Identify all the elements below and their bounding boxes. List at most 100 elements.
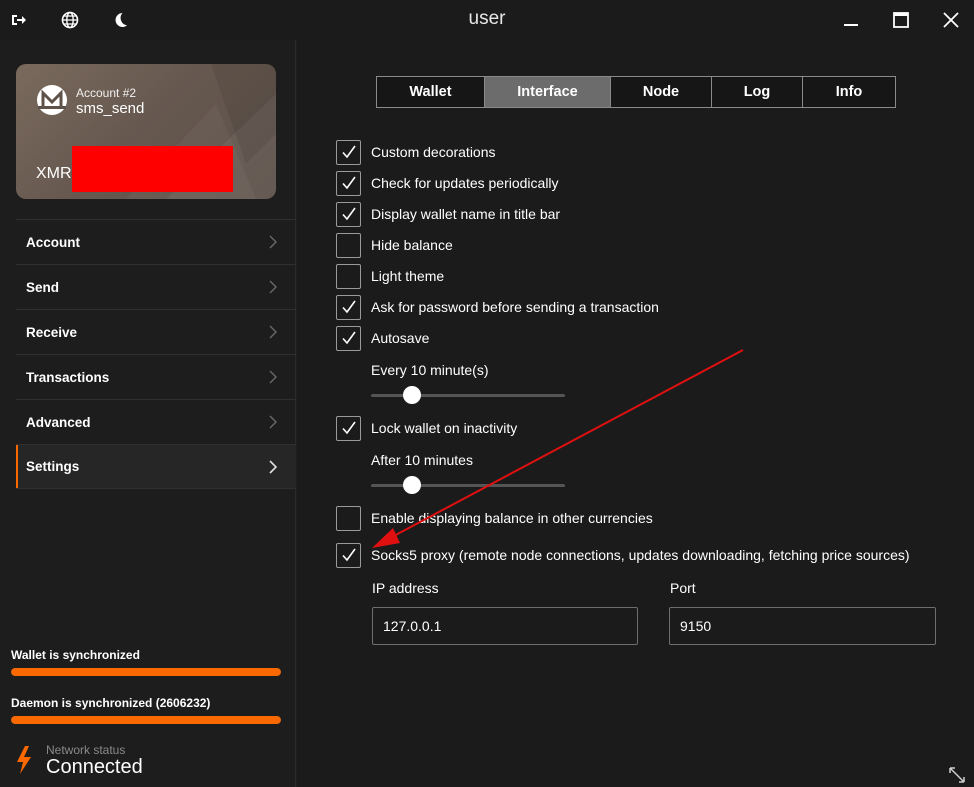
network-status-label: Network status <box>46 743 126 757</box>
monero-logo-icon <box>36 84 68 116</box>
check-updates-option[interactable]: Check for updates periodically <box>336 170 559 196</box>
autosave-option[interactable]: Autosave <box>336 325 429 351</box>
ask-password-option[interactable]: Ask for password before sending a transa… <box>336 294 659 320</box>
lightning-icon <box>14 745 34 775</box>
chevron-right-icon <box>269 370 277 384</box>
checkbox[interactable] <box>336 139 361 165</box>
lock-after-slider[interactable] <box>371 476 565 494</box>
tab-info[interactable]: Info <box>803 77 895 107</box>
checkbox[interactable] <box>336 170 361 196</box>
checkbox[interactable] <box>336 232 361 258</box>
option-label: Display wallet name in title bar <box>371 206 561 222</box>
sidebar-item-label: Account <box>26 234 80 250</box>
checkbox[interactable] <box>336 325 361 351</box>
checkmark-icon <box>341 176 356 190</box>
moon-icon[interactable] <box>109 9 131 31</box>
checkmark-icon <box>341 421 356 435</box>
network-status-value: Connected <box>46 756 143 778</box>
option-label: Light theme <box>371 268 445 284</box>
sidebar-item-label: Transactions <box>26 369 110 385</box>
option-label: Enable displaying balance in other curre… <box>371 510 653 526</box>
slider-track <box>371 394 565 397</box>
tab-log[interactable]: Log <box>712 77 803 107</box>
option-label: Custom decorations <box>371 144 496 160</box>
hide-balance-option[interactable]: Hide balance <box>336 232 453 258</box>
checkmark-icon <box>341 300 356 314</box>
chevron-right-icon <box>269 325 277 339</box>
socks5-proxy-option[interactable]: Socks5 proxy (remote node connections, u… <box>336 542 910 568</box>
sidebar-item-label: Advanced <box>26 414 91 430</box>
close-icon[interactable] <box>937 6 965 34</box>
redacted-balance <box>72 146 233 192</box>
daemon-sync-bar <box>11 716 281 724</box>
resize-handle-icon[interactable] <box>948 766 966 784</box>
option-label: Autosave <box>371 330 430 346</box>
port-label: Port <box>670 580 696 596</box>
sidebar-item-label: Receive <box>26 324 78 340</box>
sidebar-item-send[interactable]: Send <box>16 264 296 309</box>
window-title: user <box>468 8 506 29</box>
checkbox[interactable] <box>336 415 361 441</box>
autosave-interval-slider[interactable] <box>371 386 565 404</box>
checkmark-icon <box>341 207 356 221</box>
title-bar: user <box>0 0 974 40</box>
sidebar-item-label: Send <box>26 279 60 295</box>
chevron-right-icon <box>269 235 277 249</box>
globe-icon[interactable] <box>59 9 81 31</box>
ip-address-label: IP address <box>372 580 439 596</box>
tab-node[interactable]: Node <box>611 77 712 107</box>
wallet-sync-label: Wallet is synchronized <box>11 648 140 662</box>
checkmark-icon <box>341 145 356 159</box>
account-label: Account #2 <box>76 86 137 100</box>
custom-decorations-option[interactable]: Custom decorations <box>336 139 496 165</box>
sidebar-item-receive[interactable]: Receive <box>16 309 296 354</box>
option-label: Lock wallet on inactivity <box>371 420 518 436</box>
daemon-sync-label: Daemon is synchronized (2606232) <box>11 696 211 710</box>
sidebar-item-settings[interactable]: Settings <box>16 444 296 489</box>
account-name: sms_send <box>76 100 145 117</box>
option-label: Hide balance <box>371 237 453 253</box>
chevron-right-icon <box>269 415 277 429</box>
checkbox[interactable] <box>336 505 361 531</box>
currency-label: XMR <box>36 165 72 182</box>
checkbox[interactable] <box>336 542 361 568</box>
option-label: Socks5 proxy (remote node connections, u… <box>371 547 910 563</box>
wallet-sync-fill <box>11 668 281 676</box>
sidebar: Account #2 sms_send XMR Account Send Rec… <box>0 40 296 787</box>
checkmark-icon <box>341 548 356 562</box>
balance-other-currencies-option[interactable]: Enable displaying balance in other curre… <box>336 505 653 531</box>
sidebar-item-label: Settings <box>26 459 80 474</box>
exit-icon[interactable] <box>7 9 29 31</box>
checkbox[interactable] <box>336 263 361 289</box>
checkmark-icon <box>341 331 356 345</box>
light-theme-option[interactable]: Light theme <box>336 263 444 289</box>
maximize-icon[interactable] <box>887 6 915 34</box>
daemon-sync-fill <box>11 716 281 724</box>
tab-wallet[interactable]: Wallet <box>377 77 485 107</box>
lock-after-label: After 10 minutes <box>371 452 473 468</box>
slider-handle[interactable] <box>402 386 421 404</box>
ip-address-input[interactable] <box>372 607 638 645</box>
port-input[interactable] <box>669 607 936 645</box>
settings-panel: Wallet Interface Node Log Info Custom de… <box>297 40 974 787</box>
minimize-icon[interactable] <box>837 6 865 34</box>
checkbox[interactable] <box>336 201 361 227</box>
wallet-sync-bar <box>11 668 281 676</box>
autosave-interval-label: Every 10 minute(s) <box>371 362 489 378</box>
option-label: Check for updates periodically <box>371 175 559 191</box>
chevron-right-icon <box>269 280 277 294</box>
sidebar-item-account[interactable]: Account <box>16 219 296 264</box>
settings-tabs: Wallet Interface Node Log Info <box>376 76 896 108</box>
option-label: Ask for password before sending a transa… <box>371 299 659 315</box>
sidebar-nav: Account Send Receive Transactions Advanc… <box>16 219 296 489</box>
display-wallet-name-option[interactable]: Display wallet name in title bar <box>336 201 560 227</box>
account-card[interactable]: Account #2 sms_send XMR <box>16 64 276 199</box>
tab-interface[interactable]: Interface <box>485 77 611 107</box>
slider-handle[interactable] <box>402 476 421 494</box>
checkbox[interactable] <box>336 294 361 320</box>
lock-wallet-option[interactable]: Lock wallet on inactivity <box>336 415 517 441</box>
chevron-right-icon <box>269 460 278 474</box>
slider-track <box>371 484 565 487</box>
sidebar-item-transactions[interactable]: Transactions <box>16 354 296 399</box>
sidebar-item-advanced[interactable]: Advanced <box>16 399 296 444</box>
